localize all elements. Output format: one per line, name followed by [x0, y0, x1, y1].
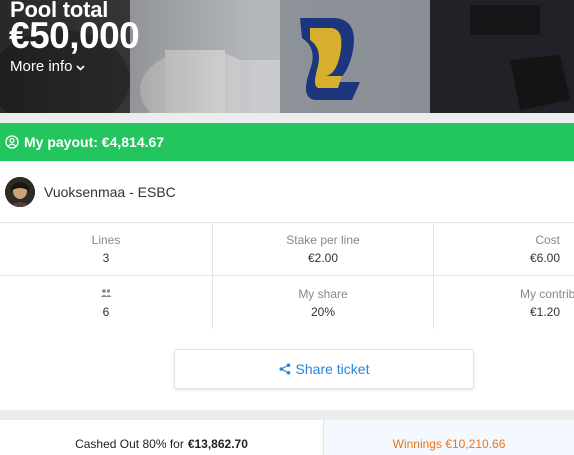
chevron-down-icon — [75, 64, 85, 71]
user-circle-icon — [5, 135, 19, 149]
share-ticket-label: Share ticket — [295, 361, 370, 377]
more-info-toggle[interactable]: More info — [10, 58, 85, 75]
share-section: Share ticket — [0, 329, 574, 410]
people-icon — [100, 289, 112, 297]
participants-value: 6 — [102, 305, 110, 319]
cost-value: €6.00 — [529, 251, 560, 265]
my-contribution-value: €1.20 — [529, 305, 560, 319]
my-contribution-label: My contributi — [519, 287, 574, 301]
cost-cell: Cost €6.00 — [434, 222, 574, 275]
winnings-panel[interactable]: Winnings €10,210.66 — [324, 420, 574, 455]
ticket-owner-row[interactable]: Vuoksenmaa - ESBC — [0, 161, 574, 223]
hero-banner: Pool total €50,000 More info — [0, 0, 574, 113]
cashed-out-label: Cashed Out 80% for — [75, 436, 184, 451]
cashed-out-panel[interactable]: Cashed Out 80% for €13,862.70 — [0, 420, 324, 455]
my-payout-text: My payout: €4,814.67 — [24, 134, 165, 150]
more-info-label: More info — [10, 58, 73, 75]
avatar — [5, 176, 35, 207]
ticket-owner-name: Vuoksenmaa - ESBC — [44, 183, 176, 200]
section-divider — [0, 113, 574, 123]
my-contribution-cell: My contributi €1.20 — [434, 276, 574, 329]
stake-cell: Stake per line €2.00 — [213, 222, 434, 275]
cashed-out-amount: €13,862.70 — [187, 436, 248, 451]
share-icon — [279, 363, 290, 375]
lines-cell: Lines 3 — [0, 222, 213, 275]
lines-label: Lines — [91, 233, 121, 247]
stats-row: Lines 3 Stake per line €2.00 Cost €6.00 — [0, 222, 574, 276]
my-share-value: 20% — [310, 305, 336, 319]
pool-total-amount: €50,000 — [9, 15, 140, 56]
stake-per-line-label: Stake per line — [286, 233, 360, 247]
participants-cell: 6 — [0, 276, 213, 329]
cost-label: Cost — [535, 233, 560, 247]
section-divider — [0, 410, 574, 420]
stake-per-line-value: €2.00 — [307, 251, 339, 265]
lines-value: 3 — [102, 251, 110, 265]
share-ticket-button[interactable]: Share ticket — [174, 349, 474, 389]
my-share-cell: My share 20% — [213, 276, 434, 329]
my-payout-banner: My payout: €4,814.67 — [0, 123, 574, 161]
result-bar: Cashed Out 80% for €13,862.70 Winnings €… — [0, 420, 574, 455]
my-share-label: My share — [298, 287, 348, 301]
ticket-stats-grid: Lines 3 Stake per line €2.00 Cost €6.00 … — [0, 222, 574, 330]
winnings-text: Winnings €10,210.66 — [392, 436, 506, 451]
stats-row: 6 My share 20% My contributi €1.20 — [0, 276, 574, 330]
